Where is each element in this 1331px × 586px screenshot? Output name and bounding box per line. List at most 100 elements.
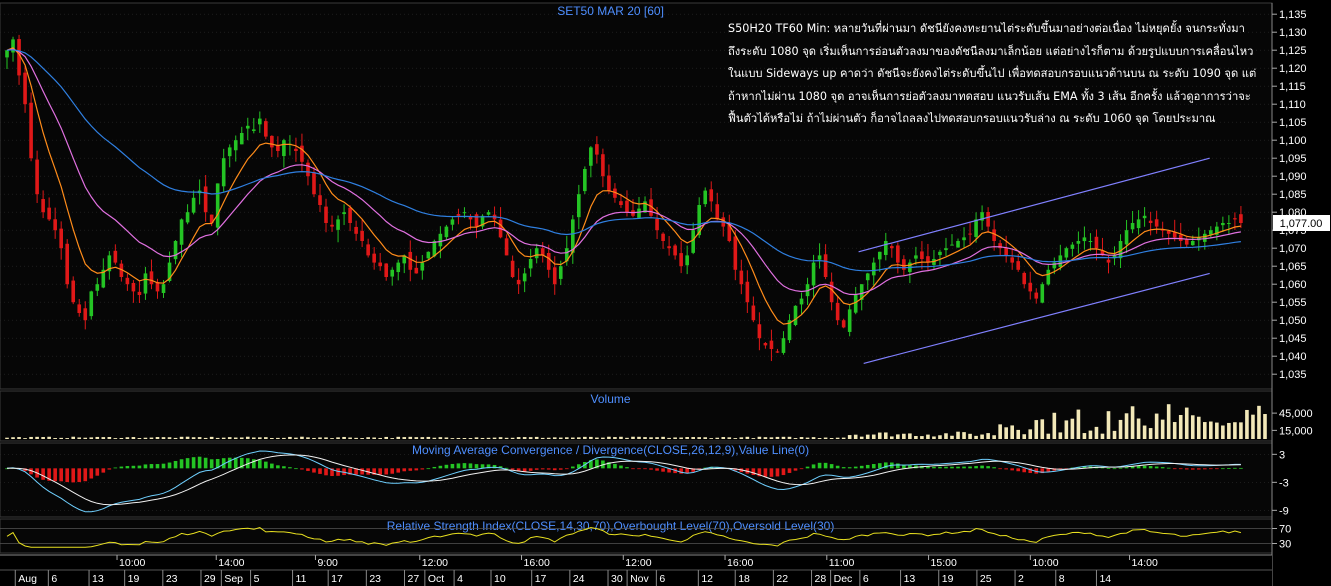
volume-bar bbox=[432, 437, 437, 439]
candle-body bbox=[1028, 282, 1033, 292]
volume-bar bbox=[1040, 419, 1045, 439]
candle-body bbox=[1010, 257, 1014, 263]
macd-histogram-bar bbox=[1124, 467, 1129, 469]
date-tick-label: 14 bbox=[1099, 573, 1111, 585]
volume-bar bbox=[426, 436, 431, 439]
price-tick-label: 1,100 bbox=[1279, 135, 1307, 147]
macd-histogram-bar bbox=[950, 466, 954, 469]
candle-body bbox=[5, 50, 9, 58]
macd-histogram-bar bbox=[613, 463, 617, 469]
volume-bar bbox=[396, 436, 401, 439]
volume-bar bbox=[871, 434, 876, 439]
volume-bar bbox=[221, 437, 226, 439]
volume-bar bbox=[390, 438, 395, 439]
candle-body bbox=[853, 295, 858, 313]
candle-body bbox=[179, 219, 184, 245]
volume-bar bbox=[450, 438, 455, 439]
time-tick-label: 15:00 bbox=[931, 557, 957, 569]
macd-histogram-bar bbox=[811, 464, 816, 469]
macd-histogram-bar bbox=[390, 468, 395, 474]
candle-body bbox=[625, 200, 629, 213]
macd-histogram-bar bbox=[384, 468, 389, 475]
candle-body bbox=[817, 255, 822, 260]
macd-histogram-bar bbox=[300, 468, 304, 470]
volume-bar bbox=[1202, 422, 1207, 439]
macd-histogram-bar bbox=[871, 464, 876, 469]
chart-window: 1,035 1,040 1,045 1,050 1,055 1,060 1,065 1,070… bbox=[0, 0, 1331, 586]
volume-bar bbox=[492, 437, 497, 439]
volume-bar bbox=[613, 437, 617, 439]
macd-histogram-bar bbox=[312, 468, 316, 473]
candle-body bbox=[847, 309, 852, 332]
volume-bar bbox=[908, 433, 912, 439]
candle-body bbox=[552, 267, 557, 285]
volume-bar bbox=[1064, 420, 1069, 439]
time-tick-label: 12:00 bbox=[422, 557, 448, 569]
macd-histogram-bar bbox=[1196, 468, 1201, 470]
candle-body bbox=[408, 251, 413, 270]
macd-histogram-bar bbox=[859, 465, 864, 469]
macd-histogram-bar bbox=[799, 468, 804, 470]
volume-bar bbox=[29, 436, 33, 439]
date-tick-label: 30 bbox=[611, 573, 623, 585]
rsi-title: Relative Strength Index(CLOSE,14,30,70),… bbox=[387, 519, 835, 533]
candle-body bbox=[137, 291, 142, 295]
macd-histogram-bar bbox=[546, 468, 551, 470]
volume-bar bbox=[258, 437, 262, 439]
volume-bar bbox=[914, 435, 918, 439]
volume-bar bbox=[781, 436, 786, 439]
macd-histogram-bar bbox=[143, 464, 148, 469]
macd-histogram-bar bbox=[402, 468, 407, 472]
price-tick-label: 1,055 bbox=[1279, 297, 1307, 309]
macd-histogram-bar bbox=[1202, 468, 1207, 470]
time-tick-label: 16:00 bbox=[524, 557, 550, 569]
price-tick-label: 1,130 bbox=[1279, 27, 1307, 39]
candle-body bbox=[59, 228, 63, 249]
time-tick-label: 14:00 bbox=[218, 557, 244, 569]
macd-histogram-bar bbox=[528, 468, 533, 471]
volume-bar bbox=[595, 437, 599, 439]
macd-histogram-bar bbox=[552, 468, 557, 471]
macd-histogram-bar bbox=[986, 466, 990, 469]
macd-histogram-bar bbox=[1221, 468, 1225, 470]
candle-body bbox=[1239, 214, 1243, 223]
volume-bar bbox=[185, 436, 190, 439]
volume-bar bbox=[643, 437, 647, 439]
volume-bar bbox=[1130, 406, 1135, 439]
candle-body bbox=[29, 102, 33, 159]
volume-bar bbox=[649, 437, 653, 439]
candle-body bbox=[679, 253, 683, 267]
volume-bar bbox=[468, 438, 473, 439]
date-tick-label: 24 bbox=[573, 573, 585, 585]
volume-bar bbox=[799, 437, 804, 439]
panel-frame-1 bbox=[0, 390, 1273, 442]
macd-histogram-bar bbox=[504, 467, 509, 469]
date-tick-label: Aug bbox=[18, 573, 37, 585]
volume-bar bbox=[251, 437, 256, 439]
date-tick-label: 5 bbox=[254, 573, 260, 585]
macd-histogram-bar bbox=[1112, 468, 1117, 470]
volume-bar bbox=[1178, 414, 1183, 439]
volume-bar bbox=[667, 437, 671, 439]
macd-histogram-bar bbox=[282, 466, 286, 469]
price-tick-label: 1,120 bbox=[1279, 63, 1307, 75]
macd-histogram-bar bbox=[264, 461, 268, 469]
volume-bar bbox=[607, 436, 611, 439]
candle-body bbox=[685, 255, 689, 266]
macd-tick-label: -9 bbox=[1279, 505, 1289, 517]
macd-histogram-bar bbox=[137, 465, 142, 469]
volume-bar bbox=[583, 436, 587, 439]
volume-bar bbox=[95, 436, 100, 439]
volume-bar bbox=[1257, 405, 1261, 439]
volume-bar bbox=[1094, 426, 1099, 439]
price-tick-label: 1,060 bbox=[1279, 279, 1307, 291]
candle-body bbox=[962, 237, 966, 241]
candle-body bbox=[739, 270, 744, 285]
macd-histogram-bar bbox=[570, 466, 575, 469]
volume-bar bbox=[137, 438, 142, 439]
volume-bar bbox=[552, 437, 557, 439]
volume-bar bbox=[1190, 415, 1195, 439]
macd-histogram-bar bbox=[1154, 466, 1159, 469]
time-tick-label: 12:00 bbox=[625, 557, 651, 569]
macd-histogram-bar bbox=[378, 468, 382, 475]
